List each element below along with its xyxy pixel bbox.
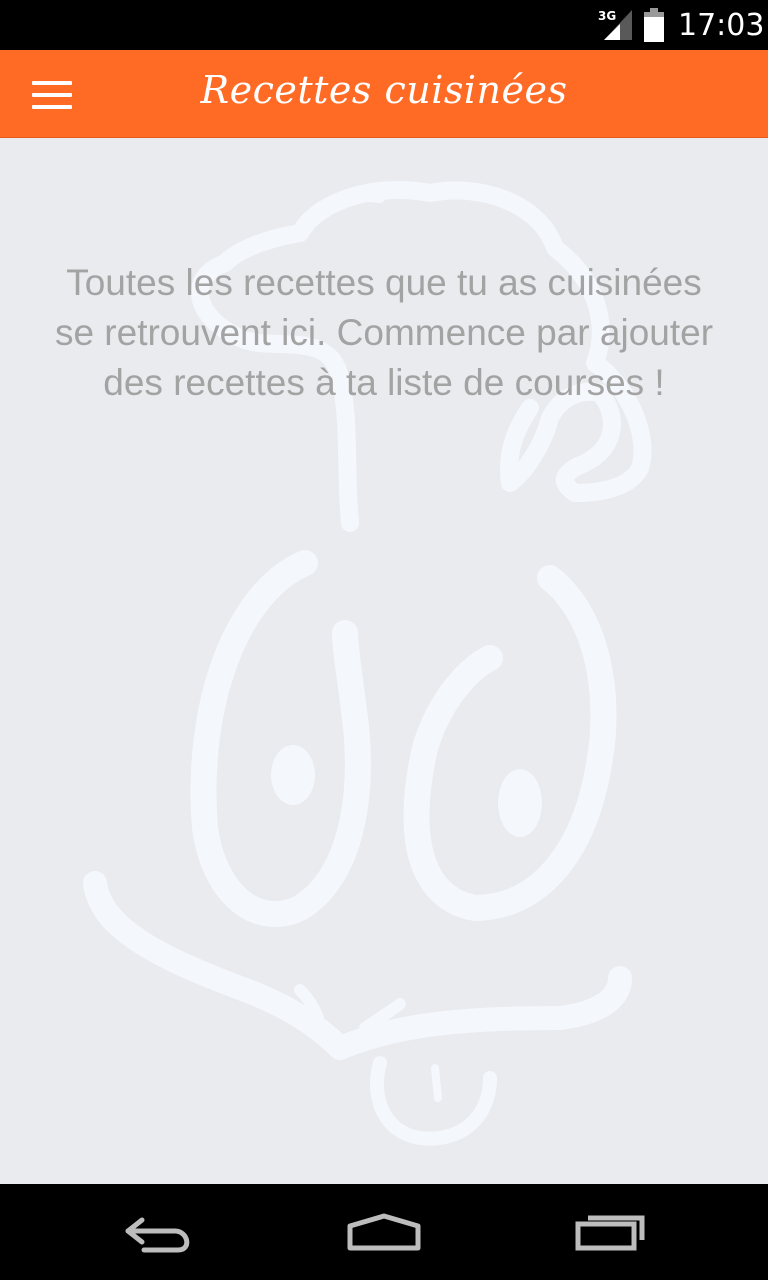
system-nav-bar <box>0 1184 768 1280</box>
home-icon[interactable] <box>344 1210 424 1254</box>
signal-icon <box>604 10 632 40</box>
status-bar: 3G 17:03 <box>0 0 768 50</box>
app-bar: Recettes cuisinées <box>0 50 768 138</box>
app-title: Recettes cuisinées <box>200 68 568 112</box>
back-icon[interactable] <box>120 1210 200 1254</box>
clock: 17:03 <box>678 8 765 43</box>
empty-state-message: Toutes les recettes que tu as cuisinées … <box>54 262 714 403</box>
empty-state: Toutes les recettes que tu as cuisinées … <box>0 138 768 1184</box>
battery-icon <box>644 8 664 42</box>
recent-apps-icon[interactable] <box>572 1210 652 1254</box>
